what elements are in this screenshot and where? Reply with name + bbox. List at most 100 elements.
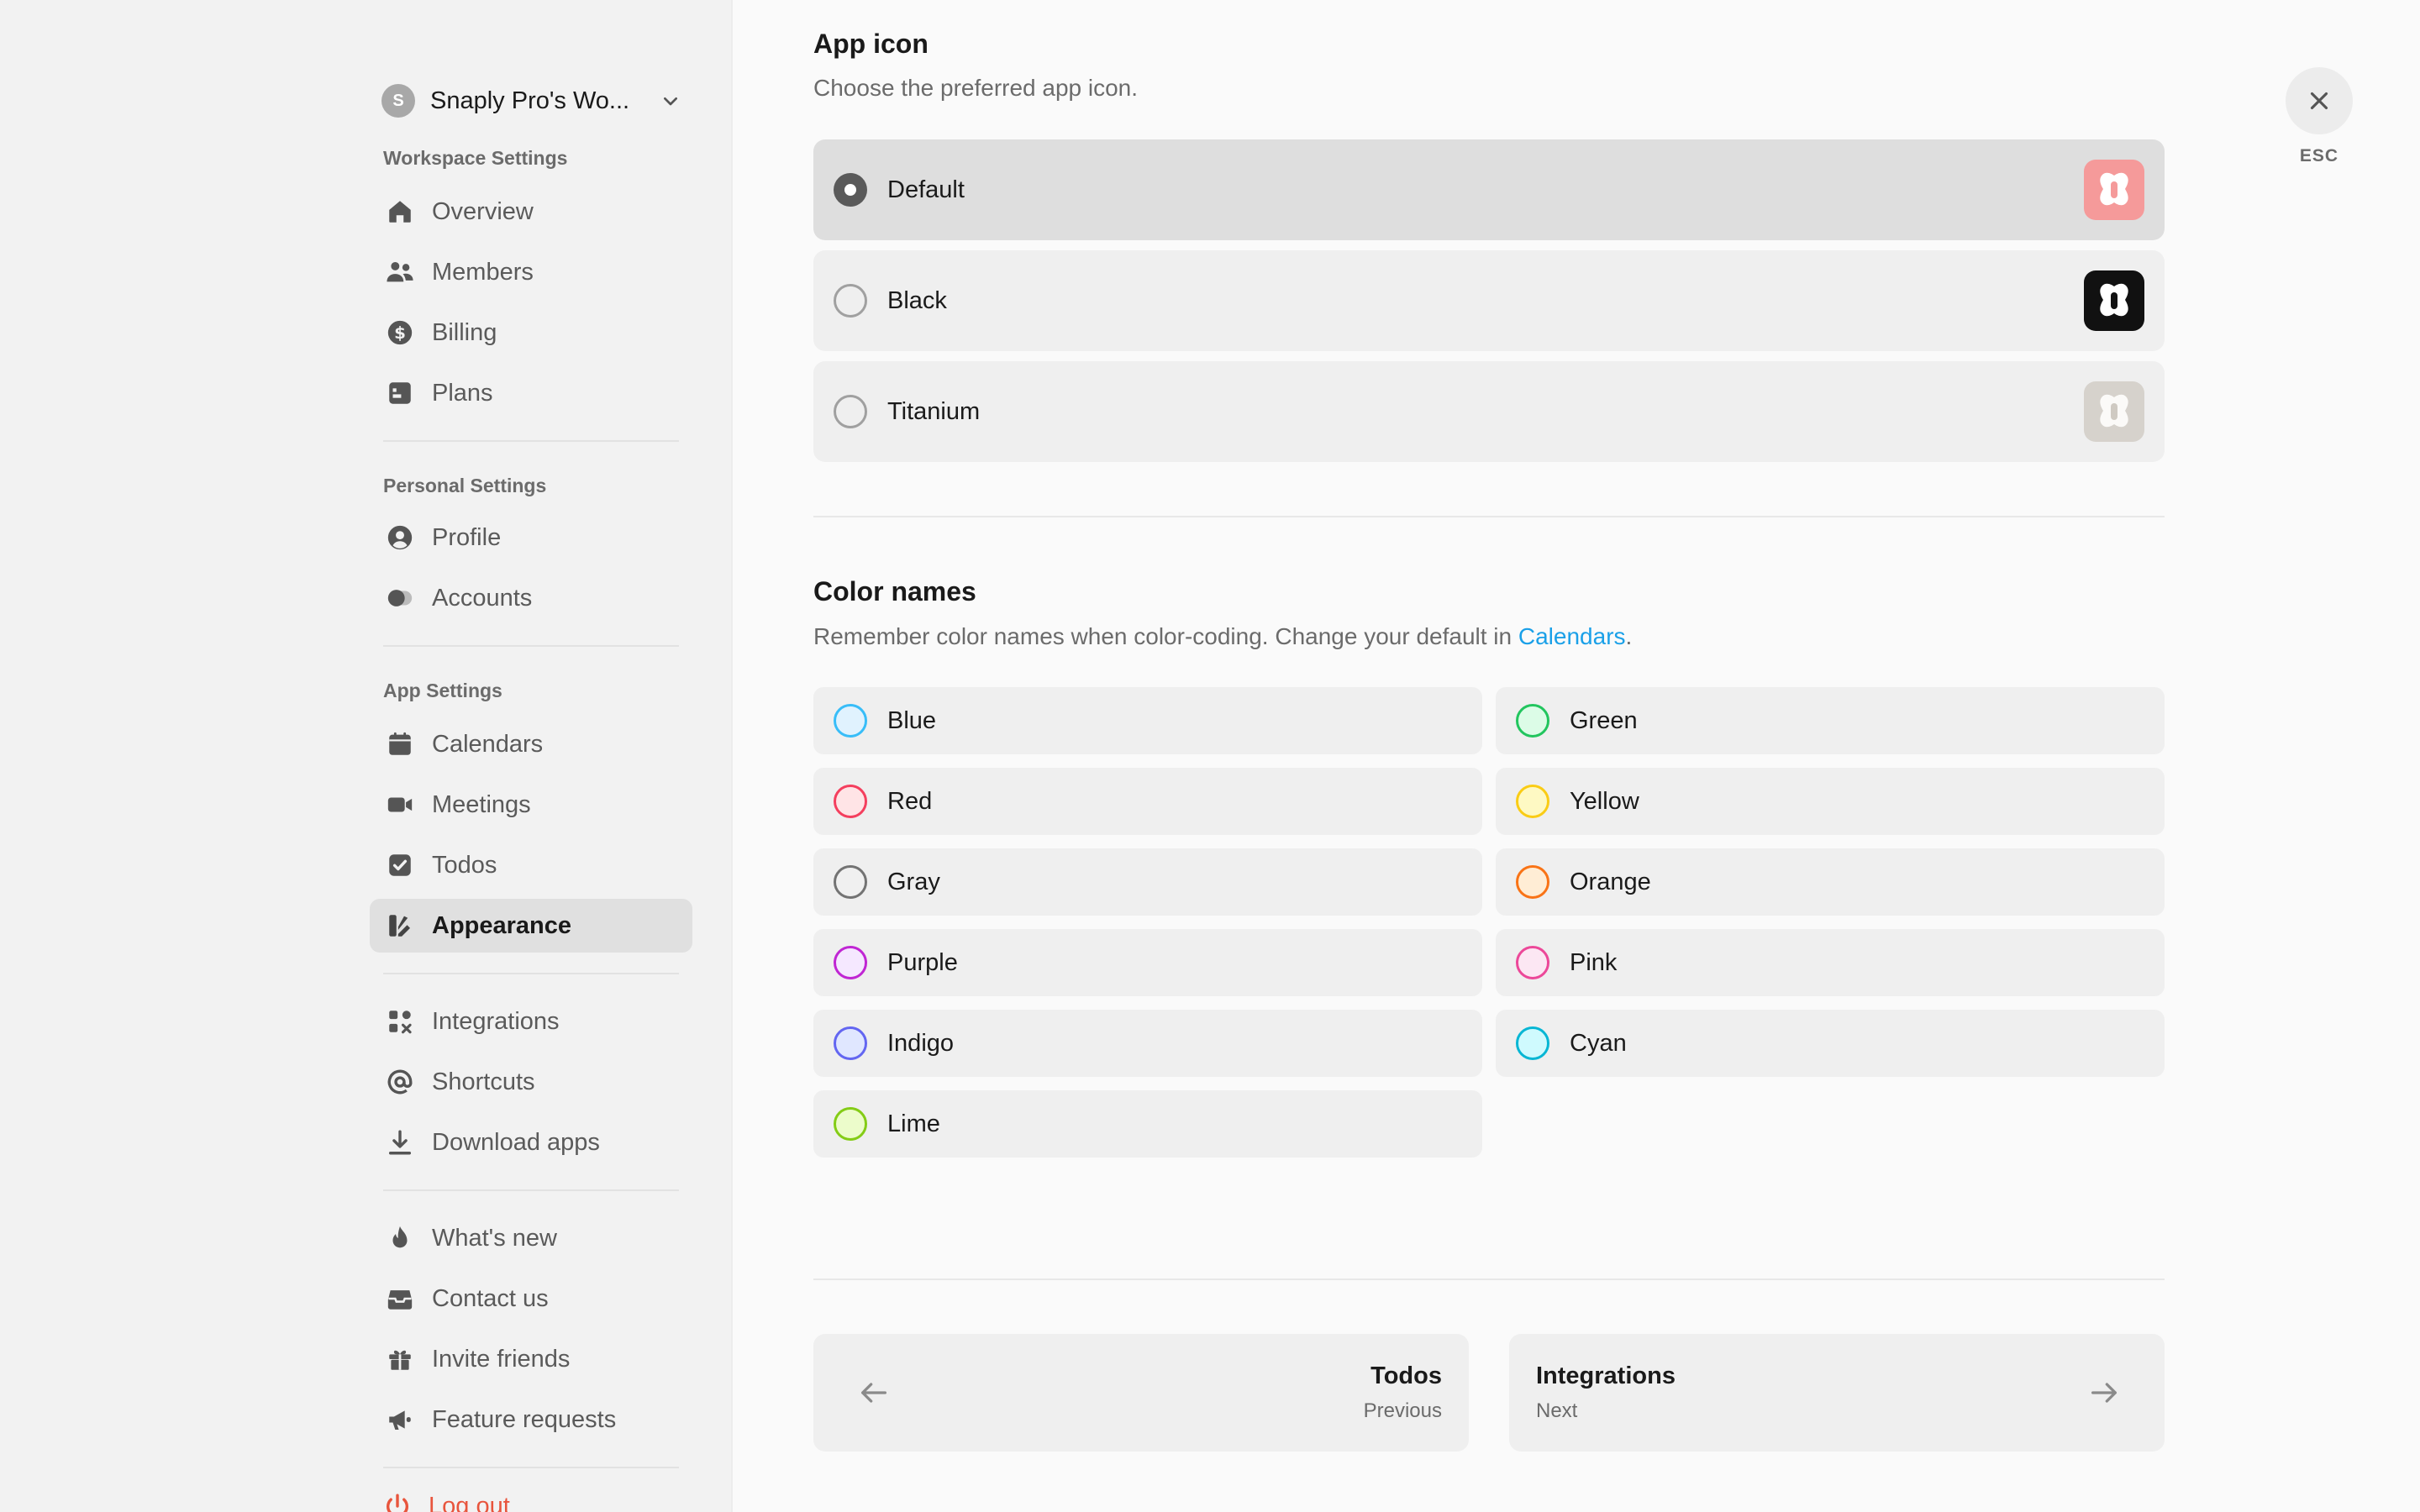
sidebar-item-invite-friends[interactable]: Invite friends [370,1332,692,1386]
sidebar-item-label: Members [432,258,534,286]
calendars-link[interactable]: Calendars [1518,623,1626,649]
app-icon-option-black[interactable]: Black [813,250,2165,351]
color-option-gray[interactable]: Gray [813,848,1482,916]
previous-page-button[interactable]: Todos Previous [813,1334,1469,1452]
sidebar-item-feature-requests[interactable]: Feature requests [370,1393,692,1446]
app-icon-heading: App icon [813,29,929,59]
color-option-red[interactable]: Red [813,768,1482,835]
color-swatch [1516,1026,1549,1060]
color-label: Orange [1570,868,1651,895]
app-icon-description: Choose the preferred app icon. [813,75,1139,101]
sidebar-divider [383,973,679,974]
sidebar-item-overview[interactable]: Overview [370,185,692,239]
sidebar-item-contact-us[interactable]: Contact us [370,1272,692,1326]
close-icon [2310,92,2328,110]
color-swatch [834,785,867,818]
radio-checked[interactable] [834,173,867,207]
app-icon-option-titanium[interactable]: Titanium [813,361,2165,462]
sidebar-item-label: Integrations [432,1007,560,1035]
sidebar-divider [383,645,679,647]
color-option-yellow[interactable]: Yellow [1496,768,2165,835]
logout-link[interactable]: Log out [383,1492,510,1512]
sidebar-item-members[interactable]: Members [370,245,692,299]
flame-icon [385,1223,415,1253]
sidebar-divider [383,440,679,442]
color-option-green[interactable]: Green [1496,687,2165,754]
sidebar-item-shortcuts[interactable]: Shortcuts [370,1055,692,1109]
next-page-title: Integrations [1536,1362,1676,1389]
sidebar-item-label: Plans [432,379,493,407]
color-swatch [834,704,867,738]
arrow-left-icon [861,1383,886,1403]
color-label: Yellow [1570,787,1639,815]
color-option-indigo[interactable]: Indigo [813,1010,1482,1077]
color-label: Pink [1570,948,1618,976]
color-names-description-end: . [1625,623,1633,649]
sidebar-item-label: What's new [432,1224,557,1252]
at-icon [385,1067,415,1097]
color-option-lime[interactable]: Lime [813,1090,1482,1158]
radio-unchecked[interactable] [834,284,867,318]
settings-sidebar: S Snaply Pro's Wo... Workspace Settings … [0,0,733,1512]
sidebar-item-label: Accounts [432,584,533,612]
video-icon [385,790,415,820]
sidebar-item-integrations[interactable]: Integrations [370,995,692,1048]
sidebar-item-plans[interactable]: Plans [370,366,692,420]
sidebar-item-calendars[interactable]: Calendars [370,717,692,771]
section-workspace-settings: Workspace Settings [383,147,568,169]
gift-icon [385,1344,415,1374]
section-personal-settings: Personal Settings [383,475,547,496]
sidebar-item-label: Profile [432,523,502,551]
previous-page-title: Todos [1370,1362,1442,1389]
app-icon-preview-default [2084,160,2144,220]
chevron-down-icon [664,97,677,106]
next-page-label: Next [1536,1399,1578,1422]
sidebar-item-label: Calendars [432,730,544,758]
color-label: Gray [887,868,940,895]
arrow-right-icon [2091,1383,2117,1403]
color-names-description: Remember color names when color-coding. … [813,623,1632,650]
calendar-icon [385,729,415,759]
section-divider [813,516,2165,517]
sidebar-item-meetings[interactable]: Meetings [370,778,692,832]
svg-text:$: $ [394,323,406,343]
inbox-icon [385,1284,415,1314]
app-icon-option-default[interactable]: Default [813,139,2165,240]
color-option-blue[interactable]: Blue [813,687,1482,754]
workspace-avatar: S [381,84,415,118]
sidebar-item-label: Todos [432,851,497,879]
sidebar-item-label: Billing [432,318,497,346]
workspace-name: Snaply Pro's Wo... [430,87,630,114]
logout-icon [387,1494,408,1512]
color-option-cyan[interactable]: Cyan [1496,1010,2165,1077]
sidebar-item-label: Overview [432,197,534,225]
esc-label: ESC [2299,146,2339,165]
sidebar-item-todos[interactable]: Todos [370,838,692,892]
palette-icon [385,911,415,941]
settings-page: S Snaply Pro's Wo... Workspace Settings … [0,0,2420,1512]
sidebar-item-appearance[interactable]: Appearance [370,899,692,953]
color-label: Cyan [1570,1029,1627,1057]
sidebar-item-whats-new[interactable]: What's new [370,1211,692,1265]
plans-icon [385,378,415,408]
sidebar-item-label: Shortcuts [432,1068,535,1095]
color-option-orange[interactable]: Orange [1496,848,2165,916]
checkbox-icon [385,850,415,880]
color-option-pink[interactable]: Pink [1496,929,2165,996]
radio-unchecked[interactable] [834,395,867,428]
color-label: Green [1570,706,1638,734]
color-option-purple[interactable]: Purple [813,929,1482,996]
color-swatch [1516,865,1549,899]
sidebar-item-profile[interactable]: Profile [370,511,692,564]
app-icon-preview-titanium [2084,381,2144,442]
next-page-button[interactable]: Integrations Next [1509,1334,2165,1452]
option-label: Titanium [887,397,981,425]
sidebar-item-billing[interactable]: $ Billing [370,306,692,360]
sidebar-item-accounts[interactable]: Accounts [370,571,692,625]
user-circle-icon [385,522,415,553]
sidebar-divider [383,1189,679,1191]
sidebar-item-download-apps[interactable]: Download apps [370,1116,692,1169]
megaphone-icon [385,1404,415,1435]
workspace-switcher[interactable]: S Snaply Pro's Wo... [381,82,684,119]
close-button[interactable] [2286,67,2353,134]
